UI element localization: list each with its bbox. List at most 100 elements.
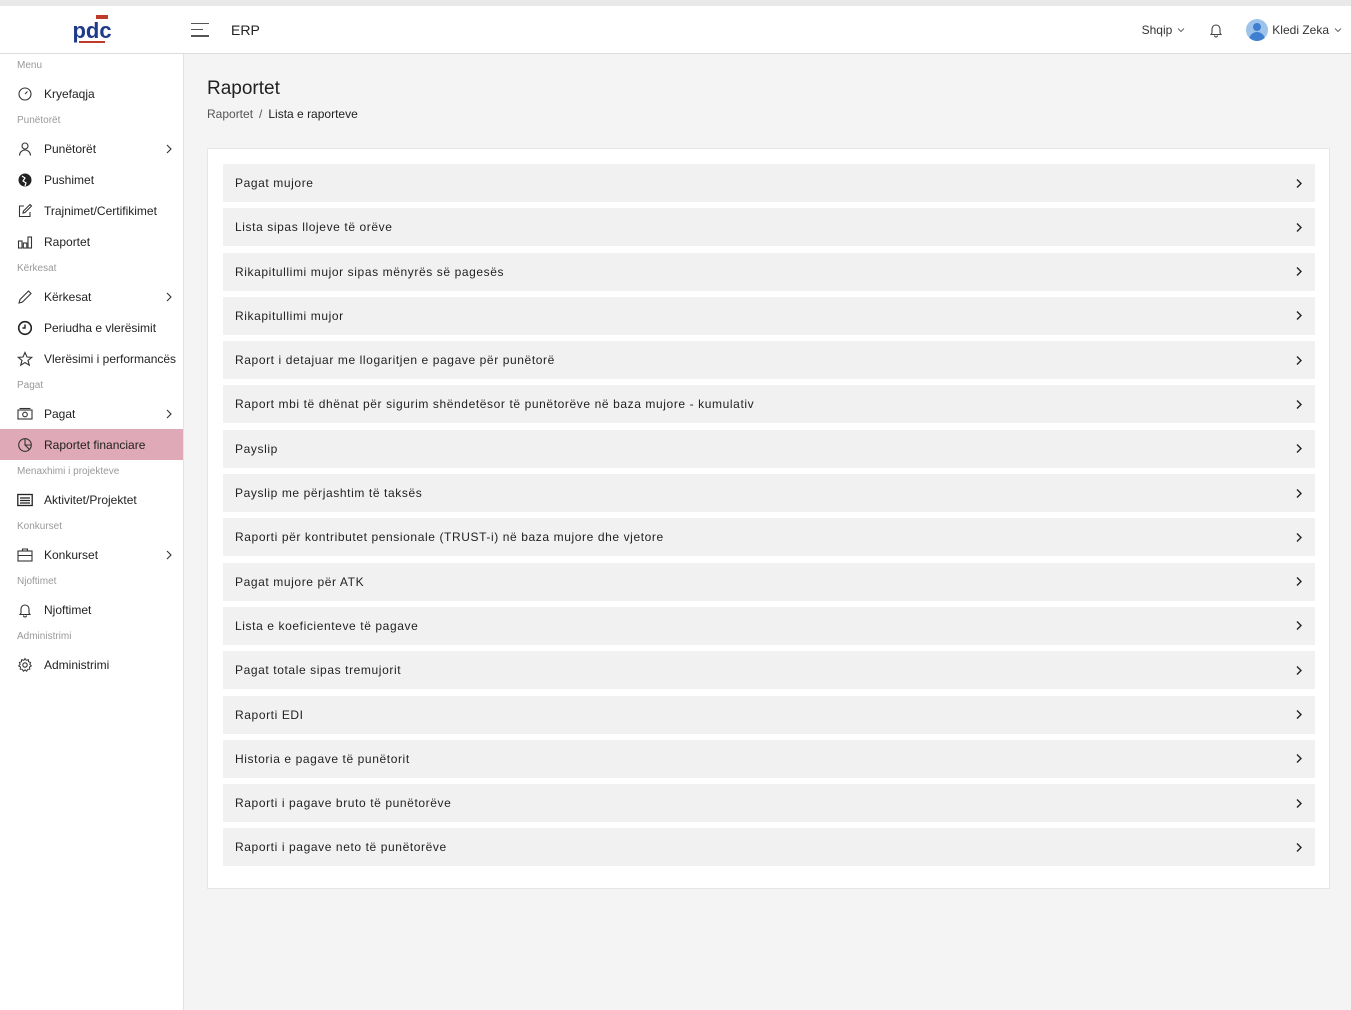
sidebar-item-notifications[interactable]: Njoftimet (0, 594, 183, 625)
chevron-right-icon (1296, 577, 1302, 587)
chevron-down-icon (1177, 27, 1185, 32)
report-item[interactable]: Rikapitullimi mujor (223, 296, 1315, 335)
company-logo: pdc (72, 14, 112, 43)
clock-icon (17, 320, 33, 335)
report-item[interactable]: Raport i detajuar me llogaritjen e pagav… (223, 341, 1315, 380)
sidebar-item-label: Raportet financiare (44, 437, 146, 452)
section-label-notifications: Njoftimet (17, 576, 57, 587)
logo-container[interactable]: pdc (0, 6, 184, 54)
gear-icon (17, 657, 33, 672)
reports-card: Pagat mujore Lista sipas llojeve të orëve… (207, 148, 1330, 889)
sidebar-item-label: Punëtorët (44, 141, 97, 156)
sidebar-item-label: Konkurset (44, 547, 99, 562)
sidebar-item-label: Vlerësimi i performancës (44, 351, 177, 366)
sidebar-item-label: Kërkesat (44, 289, 92, 304)
chevron-right-icon (1296, 710, 1302, 720)
bell-icon[interactable] (1208, 22, 1224, 38)
breadcrumb-current: Lista e raporteve (268, 107, 358, 121)
user-menu[interactable]: Kledi Zeka (1246, 18, 1343, 41)
sidebar-item-salaries[interactable]: Pagat (0, 398, 183, 429)
sidebar-item-label: Trajnimet/Certifikimet (44, 203, 157, 218)
sidebar-item-employees[interactable]: Punëtorët (0, 133, 183, 164)
report-item-label: Rikapitullimi mujor sipas mënyrës së pag… (235, 264, 505, 279)
sidebar-item-reports[interactable]: Raportet (0, 226, 183, 257)
section-label-menu: Menu (17, 60, 43, 71)
report-item[interactable]: Pagat totale sipas tremujorit (223, 651, 1315, 690)
sidebar-item-competitions[interactable]: Konkurset (0, 539, 183, 570)
sidebar-item-home[interactable]: Kryefaqja (0, 78, 183, 109)
sidebar-item-financial-reports[interactable]: Raportet financiare (0, 429, 183, 460)
language-selector[interactable]: Shqip (1142, 23, 1187, 37)
report-list: Pagat mujore Lista sipas llojeve të orëve… (223, 164, 1315, 873)
chevron-right-icon (1296, 798, 1302, 808)
globe-icon (18, 173, 32, 186)
user-name: Kledi Zeka (1272, 22, 1329, 37)
sidebar-item-label: Pagat (44, 406, 76, 421)
briefcase-icon (17, 547, 33, 562)
chevron-down-icon (1334, 27, 1342, 32)
report-item-label: Pagat mujore për ATK (235, 574, 365, 589)
bar-chart-icon (17, 235, 33, 249)
report-item[interactable]: Payslip me përjashtim të taksës (223, 474, 1315, 513)
report-item[interactable]: Pagat mujore për ATK (223, 562, 1315, 601)
sidebar-item-label: Raportet (44, 234, 91, 249)
report-item[interactable]: Raporti i pagave bruto të punëtorëve (223, 784, 1315, 823)
chevron-right-icon (1296, 842, 1302, 852)
report-item[interactable]: Payslip (223, 429, 1315, 468)
sidebar-item-label: Aktivitet/Projektet (44, 492, 137, 507)
sidebar-item-requests[interactable]: Kërkesat (0, 281, 183, 312)
chevron-right-icon (166, 144, 172, 153)
section-label-competitions: Konkurset (17, 521, 63, 532)
chevron-right-icon (166, 550, 172, 559)
report-item-label: Raporti për kontributet pensionale (TRUS… (235, 530, 664, 545)
sidebar-item-projects[interactable]: Aktivitet/Projektet (0, 484, 183, 515)
chevron-right-icon (1296, 444, 1302, 454)
chevron-right-icon (1296, 267, 1302, 277)
sidebar-item-label: Periudha e vlerësimit (44, 320, 157, 335)
language-label: Shqip (1141, 22, 1173, 37)
app-title: ERP (231, 21, 260, 38)
breadcrumb-separator: / (259, 107, 263, 121)
bell-icon (18, 603, 32, 617)
report-item[interactable]: Lista sipas llojeve të orëve (223, 208, 1315, 247)
chevron-right-icon (1296, 665, 1302, 675)
chevron-right-icon (1296, 311, 1302, 321)
breadcrumb: Raportet / Lista e raporteve (207, 107, 358, 121)
sidebar-item-trainings[interactable]: Trajnimet/Certifikimet (0, 195, 183, 226)
sidebar-item-evaluation-period[interactable]: Periudha e vlerësimit (0, 312, 183, 343)
dashboard-icon (18, 86, 32, 101)
sidebar-item-performance[interactable]: Vlerësimi i performancës (0, 343, 183, 374)
sidebar-item-label: Njoftimet (44, 602, 92, 617)
chevron-right-icon (1296, 399, 1302, 409)
report-item[interactable]: Historia e pagave të punëtorit (223, 739, 1315, 778)
list-icon (17, 493, 33, 506)
svg-text:pdc: pdc (72, 18, 111, 43)
report-item-label: Raporti EDI (235, 707, 304, 722)
page-title: Raportet (207, 78, 280, 99)
report-item-label: Raporti i pagave neto të punëtorëve (235, 840, 447, 855)
section-label-employees: Punëtorët (17, 115, 61, 126)
sidebar-item-admin[interactable]: Administrimi (0, 649, 183, 680)
report-item-label: Raporti i pagave bruto të punëtorëve (235, 796, 452, 811)
user-icon (18, 141, 32, 156)
report-item[interactable]: Raporti EDI (223, 695, 1315, 734)
report-item-label: Payslip (235, 441, 278, 456)
user-avatar (1246, 18, 1269, 41)
sidebar-item-label: Pushimet (44, 172, 95, 187)
report-item[interactable]: Raporti për kontributet pensionale (TRUS… (223, 518, 1315, 557)
report-item[interactable]: Lista e koeficienteve të pagave (223, 606, 1315, 645)
report-item[interactable]: Rikapitullimi mujor sipas mënyrës së pag… (223, 252, 1315, 291)
report-item-label: Historia e pagave të punëtorit (235, 751, 410, 766)
menu-icon[interactable] (191, 22, 209, 37)
main-content: Raportet Raportet / Lista e raporteve Pa… (184, 54, 1351, 1010)
breadcrumb-link-reports[interactable]: Raportet (207, 107, 253, 121)
report-item[interactable]: Raport mbi të dhënat për sigurim shëndet… (223, 385, 1315, 424)
chevron-right-icon (166, 409, 172, 418)
report-item[interactable]: Raporti i pagave neto të punëtorëve (223, 828, 1315, 867)
section-label-salaries: Pagat (17, 380, 44, 391)
section-label-requests: Kërkesat (17, 263, 57, 274)
sidebar-item-vacations[interactable]: Pushimet (0, 164, 183, 195)
section-label-admin: Administrimi (17, 631, 72, 642)
report-item[interactable]: Pagat mujore (223, 164, 1315, 202)
report-item-label: Payslip me përjashtim të taksës (235, 486, 423, 501)
